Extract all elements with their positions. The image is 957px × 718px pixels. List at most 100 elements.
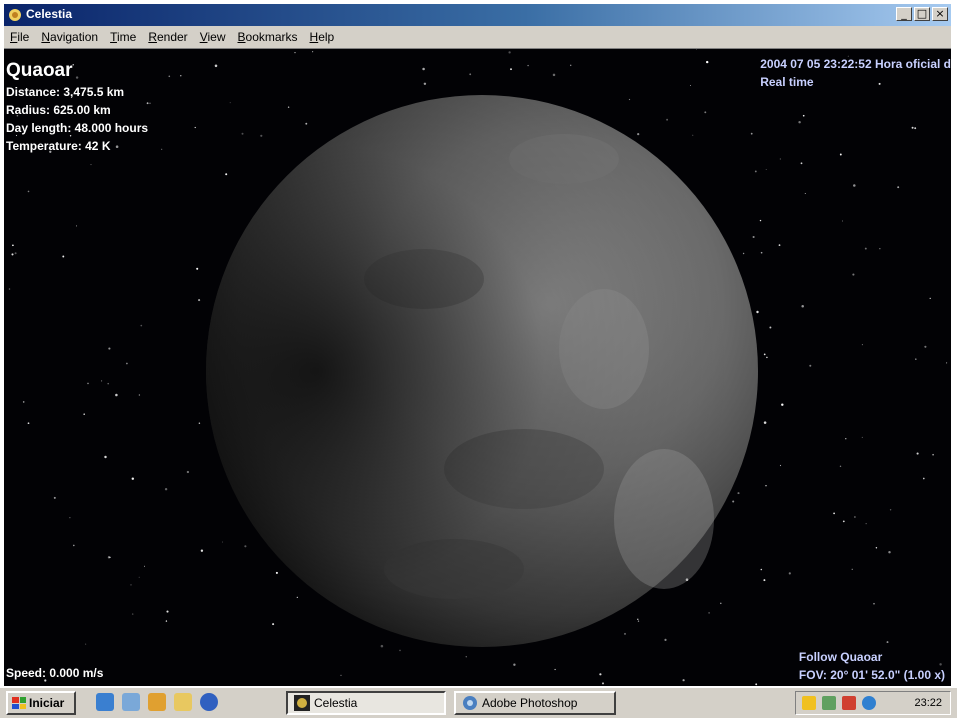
star (666, 118, 669, 121)
network-icon[interactable] (822, 696, 836, 710)
star (399, 649, 401, 652)
star (706, 60, 709, 64)
star (27, 190, 30, 193)
star (916, 452, 919, 455)
photoshop-icon (463, 696, 477, 710)
taskbar-photoshop-label: Adobe Photoshop (482, 696, 578, 710)
star (720, 602, 722, 605)
menu-bookmarks[interactable]: Bookmarks (232, 30, 304, 44)
object-info-panel: Quaoar Distance: 3,475.5 km Radius: 625.… (6, 59, 148, 155)
maximize-button[interactable]: □ (914, 7, 930, 21)
star (161, 148, 163, 150)
system-tray: 23:22 (795, 691, 951, 715)
ie-icon[interactable] (96, 693, 114, 711)
messenger-icon[interactable] (862, 696, 876, 710)
star (637, 620, 640, 622)
close-button[interactable]: × (932, 7, 948, 21)
security-icon[interactable] (842, 696, 856, 710)
star (852, 273, 855, 276)
star (759, 219, 762, 222)
menu-render[interactable]: Render (142, 30, 193, 44)
star (637, 618, 639, 620)
star (305, 122, 308, 125)
taskbar-celestia[interactable]: Celestia (286, 691, 446, 715)
star (569, 64, 572, 67)
star (198, 299, 201, 302)
star (140, 324, 143, 327)
star (422, 67, 425, 71)
camera-info-panel: Follow Quaoar FOV: 20° 01' 52.0" (1.00 x… (799, 648, 945, 684)
star (801, 304, 804, 308)
star (312, 51, 314, 53)
star (241, 132, 244, 135)
star (879, 248, 881, 250)
menu-navigation[interactable]: Navigation (35, 30, 104, 44)
star (664, 638, 667, 641)
start-label: Iniciar (29, 696, 65, 710)
menu-file[interactable]: File (4, 30, 35, 44)
star (861, 436, 863, 438)
star (131, 613, 134, 615)
menu-time[interactable]: Time (104, 30, 142, 44)
star (911, 126, 914, 129)
object-temperature: Temperature: 42 K (6, 139, 111, 153)
star (222, 541, 223, 543)
star (85, 643, 87, 645)
star (778, 244, 781, 246)
star (104, 455, 107, 459)
star (886, 641, 889, 644)
quick-launch (96, 693, 218, 711)
celestia-window: Celestia _ □ × File Navigation Time Rend… (4, 4, 951, 686)
star (922, 477, 925, 480)
star (779, 158, 781, 160)
star (126, 362, 128, 365)
star (552, 73, 556, 77)
star (465, 656, 467, 658)
desktop-icon[interactable] (122, 693, 140, 711)
planet-quaoar (206, 95, 758, 647)
celestia-icon (294, 695, 310, 711)
star (763, 421, 767, 424)
star (765, 168, 767, 170)
volume-icon[interactable] (802, 696, 816, 710)
star (275, 571, 278, 574)
star (380, 644, 384, 648)
star (510, 68, 512, 71)
window-controls: _ □ × (896, 7, 948, 21)
star (180, 75, 182, 77)
star (692, 134, 694, 136)
star (214, 64, 218, 68)
minimize-button[interactable]: _ (896, 7, 912, 21)
star (131, 477, 135, 480)
star (809, 364, 812, 367)
star (87, 382, 89, 385)
star (798, 120, 801, 124)
star (854, 516, 856, 518)
star (11, 253, 14, 256)
taskbar-photoshop[interactable]: Adobe Photoshop (454, 691, 616, 715)
title-bar[interactable]: Celestia _ □ × (4, 4, 951, 26)
start-button[interactable]: Iniciar (6, 691, 76, 715)
star (186, 470, 190, 474)
star (689, 84, 691, 86)
star (737, 492, 740, 495)
folder-icon[interactable] (174, 693, 192, 711)
star (696, 49, 698, 50)
star (8, 288, 11, 290)
speed-readout: Speed: 0.000 m/s (6, 666, 104, 680)
space-viewport[interactable]: Quaoar Distance: 3,475.5 km Radius: 625.… (4, 49, 951, 686)
browser-icon[interactable] (200, 693, 218, 711)
star (732, 500, 735, 503)
menu-view[interactable]: View (194, 30, 232, 44)
star (196, 267, 199, 270)
star (873, 602, 875, 605)
menu-help[interactable]: Help (304, 30, 341, 44)
star (194, 126, 196, 129)
star (760, 568, 763, 571)
star (897, 186, 900, 189)
media-icon[interactable] (148, 693, 166, 711)
star (756, 310, 759, 314)
star (752, 235, 755, 239)
star (788, 572, 791, 575)
star (888, 550, 891, 554)
